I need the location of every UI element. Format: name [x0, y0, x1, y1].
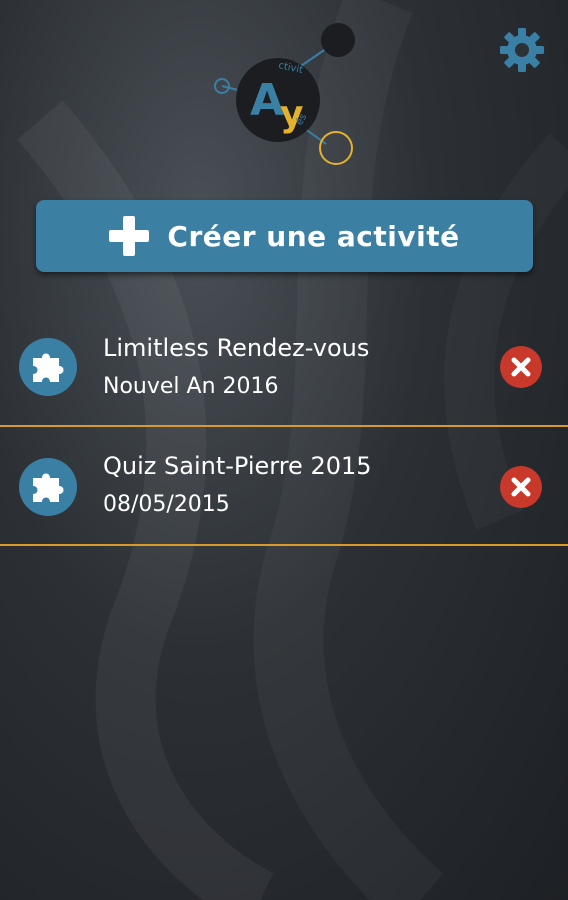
delete-activity-button[interactable] — [500, 346, 542, 388]
separator — [0, 544, 568, 546]
activity-item[interactable]: Limitless Rendez-vous Nouvel An 2016 — [0, 308, 568, 426]
gear-icon — [500, 28, 544, 72]
logo-letter-a: A — [250, 75, 284, 126]
activity-item[interactable]: Quiz Saint-Pierre 2015 08/05/2015 — [0, 428, 568, 546]
puzzle-icon — [33, 353, 64, 382]
plus-icon — [109, 216, 150, 256]
activity-title: Limitless Rendez-vous — [103, 334, 370, 362]
app-logo: A y ctivit és — [214, 23, 355, 165]
close-icon — [511, 357, 531, 377]
puzzle-icon — [33, 473, 64, 502]
activity-title: Quiz Saint-Pierre 2015 — [103, 452, 372, 480]
activity-badge — [19, 458, 77, 516]
close-icon — [511, 477, 531, 497]
activity-subtitle: Nouvel An 2016 — [103, 374, 279, 399]
delete-activity-button[interactable] — [500, 466, 542, 508]
activity-badge — [19, 338, 77, 396]
create-activity-button[interactable]: Créer une activité — [36, 200, 533, 272]
separator — [0, 425, 568, 427]
activity-subtitle: 08/05/2015 — [103, 492, 230, 517]
create-activity-label: Créer une activité — [167, 219, 460, 253]
settings-button[interactable] — [498, 26, 546, 74]
